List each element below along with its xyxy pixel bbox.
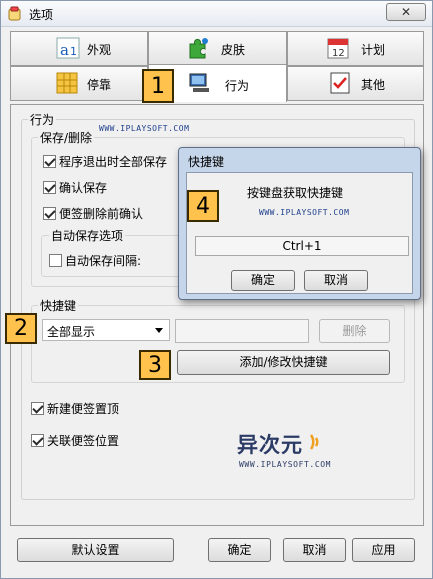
checkbox-label: 便签删除前确认 xyxy=(59,207,144,221)
tab-behavior-label: 行为 xyxy=(225,79,250,93)
svg-text:12: 12 xyxy=(332,48,345,59)
callout-1: 1 xyxy=(142,69,174,103)
hotkey-prompt: 按键盘获取快捷键 xyxy=(247,186,344,200)
behavior-group-title: 行为 xyxy=(28,111,57,128)
callout-2: 2 xyxy=(5,313,37,344)
new-note-on-top-checkbox[interactable]: 新建便签置顶 xyxy=(31,400,119,417)
chevron-down-icon xyxy=(155,328,163,333)
checkbox-box[interactable] xyxy=(43,207,56,220)
app-icon xyxy=(8,6,21,21)
apply-button[interactable]: 应用 xyxy=(352,538,415,562)
link-note-position-checkbox[interactable]: 关联便签位置 xyxy=(31,432,119,449)
autosave-group-title: 自动保存选项 xyxy=(49,227,126,244)
delete-hotkey-button[interactable]: 删除 xyxy=(319,319,390,343)
checkbox-label: 程序退出时全部保存 xyxy=(59,155,168,169)
checkbox-box[interactable] xyxy=(31,402,44,415)
tab-skin[interactable]: 皮肤 xyxy=(148,31,287,66)
tab-other-label: 其他 xyxy=(361,78,386,92)
dock-grid-icon xyxy=(56,72,78,94)
callout-3: 3 xyxy=(139,350,171,380)
confirm-delete-checkbox[interactable]: 便签删除前确认 xyxy=(43,205,143,222)
options-window: 选项 ✕ a 1 外观 皮肤 12 计划 停靠 行为 其他 行为 保存/删除 W… xyxy=(0,0,433,579)
puzzle-icon xyxy=(189,38,208,59)
dialog-ok-button[interactable]: 确定 xyxy=(231,270,295,291)
add-modify-hotkey-button[interactable]: 添加/修改快捷键 xyxy=(177,350,390,375)
checkbox-box[interactable] xyxy=(31,434,44,447)
tab-dock[interactable]: 停靠 xyxy=(10,66,148,101)
brand-site: WWW.IPLAYSOFT.COM xyxy=(239,460,332,469)
dialog-cancel-label: 取消 xyxy=(323,273,348,287)
confirm-save-checkbox[interactable]: 确认保存 xyxy=(43,179,107,196)
delete-hotkey-label: 删除 xyxy=(342,324,367,338)
watermark-text: WWW.IPLAYSOFT.COM xyxy=(99,124,190,133)
checkbox-label: 新建便签置顶 xyxy=(47,402,120,416)
dialog-ok-label: 确定 xyxy=(250,273,275,287)
hotkey-dialog-title: 快捷键 xyxy=(188,155,225,169)
save-delete-group-title: 保存/删除 xyxy=(38,129,95,146)
default-settings-label: 默认设置 xyxy=(71,543,120,557)
hotkey-display-field[interactable] xyxy=(175,319,309,343)
ok-label: 确定 xyxy=(227,543,252,557)
hotkey-capture-value: Ctrl+1 xyxy=(282,239,322,253)
tab-appearance[interactable]: a 1 外观 xyxy=(10,31,148,66)
cancel-label: 取消 xyxy=(302,543,327,557)
tab-other[interactable]: 其他 xyxy=(287,66,424,101)
checkbox-label: 确认保存 xyxy=(59,181,108,195)
callout-4: 4 xyxy=(187,190,219,222)
calendar-icon: 12 xyxy=(327,38,349,59)
add-modify-hotkey-label: 添加/修改快捷键 xyxy=(239,355,328,369)
autosave-interval-checkbox[interactable]: 自动保存间隔: xyxy=(49,252,141,269)
checklist-icon xyxy=(330,72,350,94)
save-on-exit-checkbox[interactable]: 程序退出时全部保存 xyxy=(43,153,167,170)
ok-button[interactable]: 确定 xyxy=(208,538,271,562)
checkbox-label: 关联便签位置 xyxy=(47,434,120,448)
tab-appearance-label: 外观 xyxy=(87,43,112,57)
hotkey-group-title: 快捷键 xyxy=(38,297,79,314)
close-icon: ✕ xyxy=(400,5,412,19)
font-icon: a 1 xyxy=(56,37,80,59)
apply-label: 应用 xyxy=(371,543,396,557)
dialog-watermark: WWW.IPLAYSOFT.COM xyxy=(259,208,350,217)
wifi-icon xyxy=(309,434,319,450)
checkbox-box[interactable] xyxy=(43,155,56,168)
checkbox-label: 自动保存间隔: xyxy=(65,254,142,268)
tab-schedule-label: 计划 xyxy=(361,43,386,57)
tab-skin-label: 皮肤 xyxy=(221,43,246,57)
title-bar: 选项 ✕ xyxy=(1,1,432,27)
tab-schedule[interactable]: 12 计划 xyxy=(287,31,424,66)
hotkey-dialog: 快捷键 按键盘获取快捷键 WWW.IPLAYSOFT.COM Ctrl+1 确定… xyxy=(178,147,421,300)
cancel-button[interactable]: 取消 xyxy=(283,538,346,562)
svg-text:1: 1 xyxy=(70,45,77,58)
hotkey-filter-value: 全部显示 xyxy=(47,325,96,339)
default-settings-button[interactable]: 默认设置 xyxy=(17,538,174,562)
hotkey-capture-field[interactable]: Ctrl+1 xyxy=(195,236,409,256)
tab-dock-label: 停靠 xyxy=(87,78,112,92)
dialog-cancel-button[interactable]: 取消 xyxy=(304,270,368,291)
computer-icon xyxy=(189,73,209,92)
iplaysoft-logo: 异次元 WWW.IPLAYSOFT.COM xyxy=(237,429,347,477)
checkbox-box[interactable] xyxy=(43,181,56,194)
checkbox-box[interactable] xyxy=(49,254,62,267)
hotkey-filter-select[interactable]: 全部显示 xyxy=(42,319,170,341)
brand-name: 异次元 xyxy=(237,433,303,457)
svg-text:a: a xyxy=(60,41,69,59)
close-button[interactable]: ✕ xyxy=(386,3,426,21)
window-title: 选项 xyxy=(29,8,54,22)
hotkey-dialog-body: 按键盘获取快捷键 WWW.IPLAYSOFT.COM Ctrl+1 确定 取消 xyxy=(186,172,413,294)
